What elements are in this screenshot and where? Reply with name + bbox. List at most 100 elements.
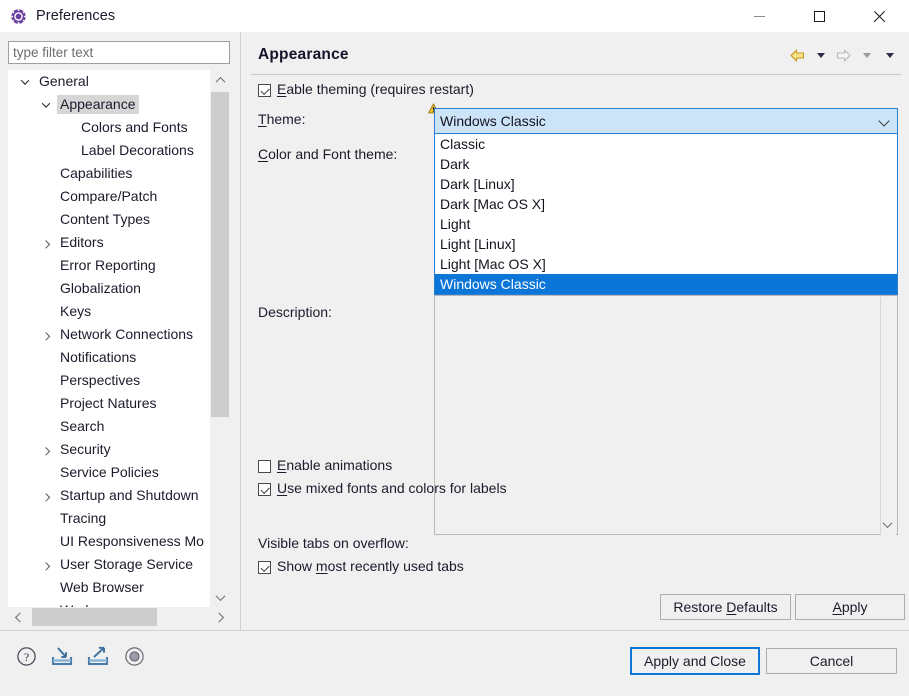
- back-button[interactable]: [786, 44, 809, 66]
- minimize-icon: [753, 15, 765, 17]
- tree-item-web-browser[interactable]: Web Browser: [8, 576, 230, 599]
- tree-item-project-natures[interactable]: Project Natures: [8, 392, 230, 415]
- scroll-left-button[interactable]: [8, 607, 28, 627]
- enable-animations-label-text: nable animations: [286, 457, 393, 473]
- theme-option[interactable]: Light: [435, 214, 897, 234]
- apply-and-close-button[interactable]: Apply and Close: [630, 647, 760, 675]
- help-button[interactable]: ?: [14, 644, 38, 668]
- description-textarea[interactable]: [434, 295, 898, 535]
- color-and-font-theme-label: Color and Font theme:: [258, 146, 398, 162]
- apply-button[interactable]: Apply: [795, 594, 905, 620]
- restore-defaults-button[interactable]: Restore Defaults: [660, 594, 791, 620]
- chevron-right-icon[interactable]: [38, 484, 54, 507]
- tree-item-startup-and-shutdown[interactable]: Startup and Shutdown: [8, 484, 230, 507]
- chevron-right-icon[interactable]: [38, 231, 54, 254]
- chevron-down-icon[interactable]: [38, 93, 54, 116]
- tree-item-label: Service Policies: [60, 464, 159, 480]
- enable-animations-label: Enable animations: [277, 457, 393, 473]
- enable-animations-checkbox[interactable]: [258, 460, 271, 473]
- tree-item-notifications[interactable]: Notifications: [8, 346, 230, 369]
- preferences-tree[interactable]: General Appearance Colors and Fonts Label D…: [8, 70, 230, 607]
- maximize-button[interactable]: [789, 0, 849, 32]
- scroll-right-button[interactable]: [210, 607, 230, 627]
- tree-horizontal-scrollbar[interactable]: [8, 607, 230, 627]
- theme-option[interactable]: Dark: [435, 154, 897, 174]
- tree-item-capabilities[interactable]: Capabilities: [8, 162, 230, 185]
- scroll-down-button[interactable]: [881, 517, 893, 530]
- tree-vertical-scrollbar[interactable]: [210, 70, 230, 607]
- back-dropdown-button[interactable]: [809, 44, 832, 66]
- tree-item-network-connections[interactable]: Network Connections: [8, 323, 230, 346]
- search-input[interactable]: [8, 41, 230, 64]
- tree-item-general[interactable]: General: [8, 70, 230, 93]
- chevron-up-icon: [215, 76, 225, 87]
- show-mru-tabs-checkbox[interactable]: [258, 561, 271, 574]
- chevron-right-icon[interactable]: [38, 438, 54, 461]
- scroll-up-button[interactable]: [210, 70, 230, 90]
- theme-option[interactable]: Dark [Mac OS X]: [435, 194, 897, 214]
- tree-item-label: Security: [60, 441, 111, 457]
- chevron-right-icon[interactable]: [38, 599, 54, 607]
- tree-item-perspectives[interactable]: Perspectives: [8, 369, 230, 392]
- scroll-down-button[interactable]: [210, 587, 230, 607]
- appearance-page: Appearance Eable theming (requires resta…: [240, 32, 909, 630]
- import-button[interactable]: [50, 644, 74, 668]
- tree-item-label: Appearance: [57, 95, 139, 114]
- tree-item-content-types[interactable]: Content Types: [8, 208, 230, 231]
- theme-label-text: heme:: [266, 111, 306, 127]
- theme-option[interactable]: Classic: [435, 134, 897, 154]
- scrollbar-thumb-vertical[interactable]: [211, 92, 229, 417]
- theme-option[interactable]: Windows Classic: [435, 274, 897, 294]
- tree-item-compare-patch[interactable]: Compare/Patch: [8, 185, 230, 208]
- minimize-button[interactable]: [729, 0, 789, 32]
- tree-item-error-reporting[interactable]: Error Reporting: [8, 254, 230, 277]
- tree-item-label: Perspectives: [60, 372, 141, 388]
- theme-option[interactable]: Light [Linux]: [435, 234, 897, 254]
- cancel-label: Cancel: [809, 653, 854, 669]
- title-bar-left: Preferences: [10, 0, 115, 32]
- tree-item-label-decorations[interactable]: Label Decorations: [8, 139, 230, 162]
- description-label: Description:: [258, 304, 332, 320]
- tree-item-label: Label Decorations: [81, 142, 194, 158]
- cancel-button[interactable]: Cancel: [766, 648, 897, 674]
- tree-item-appearance[interactable]: Appearance: [8, 93, 230, 116]
- chevron-right-icon[interactable]: [38, 323, 54, 346]
- chevron-down-icon: [885, 52, 894, 58]
- record-button[interactable]: [122, 644, 146, 668]
- forward-dropdown-button[interactable]: [855, 44, 878, 66]
- use-mixed-fonts-checkbox[interactable]: [258, 483, 271, 496]
- tree-item-label: User Storage Service: [60, 556, 194, 572]
- theme-option[interactable]: Dark [Linux]: [435, 174, 897, 194]
- tree-item-editors[interactable]: Editors: [8, 231, 230, 254]
- tree-item-label: Search: [60, 418, 105, 434]
- title-bar: Preferences: [0, 0, 909, 32]
- tree-item-label: Keys: [60, 303, 92, 319]
- tree-item-colors-and-fonts[interactable]: Colors and Fonts: [8, 116, 230, 139]
- view-menu-button[interactable]: [878, 44, 901, 66]
- tree-item-user-storage-service[interactable]: User Storage Service: [8, 553, 230, 576]
- description-scrollbar[interactable]: [880, 297, 896, 535]
- chevron-right-icon[interactable]: [38, 553, 54, 576]
- maximize-icon: [813, 10, 825, 22]
- export-button[interactable]: [86, 644, 110, 668]
- enable-theming-checkbox[interactable]: [258, 84, 271, 97]
- tree-item-keys[interactable]: Keys: [8, 300, 230, 323]
- chevron-down-icon[interactable]: [17, 70, 33, 93]
- restore-defaults-label: Restore Defaults: [673, 599, 778, 615]
- tree-item-workspace[interactable]: Workspace: [8, 599, 230, 607]
- forward-button[interactable]: [832, 44, 855, 66]
- theme-combobox[interactable]: Windows Classic: [434, 108, 898, 134]
- tree-item-label: Content Types: [60, 211, 151, 227]
- theme-option[interactable]: Light [Mac OS X]: [435, 254, 897, 274]
- tree-item-service-policies[interactable]: Service Policies: [8, 461, 230, 484]
- tree-item-tracing[interactable]: Tracing: [8, 507, 230, 530]
- tree-item-label: Startup and Shutdown: [60, 487, 199, 503]
- tree-item-globalization[interactable]: Globalization: [8, 277, 230, 300]
- page-content: Eable theming (requires restart) Theme: …: [241, 76, 909, 576]
- tree-item-security[interactable]: Security: [8, 438, 230, 461]
- tree-item-ui-responsiveness-mo[interactable]: UI Responsiveness Mo: [8, 530, 230, 553]
- tree-item-search[interactable]: Search: [8, 415, 230, 438]
- theme-dropdown-list[interactable]: Classic Dark Dark [Linux] Dark [Mac OS X] Li…: [434, 134, 898, 295]
- close-button[interactable]: [849, 0, 909, 32]
- scrollbar-thumb-horizontal[interactable]: [32, 608, 157, 626]
